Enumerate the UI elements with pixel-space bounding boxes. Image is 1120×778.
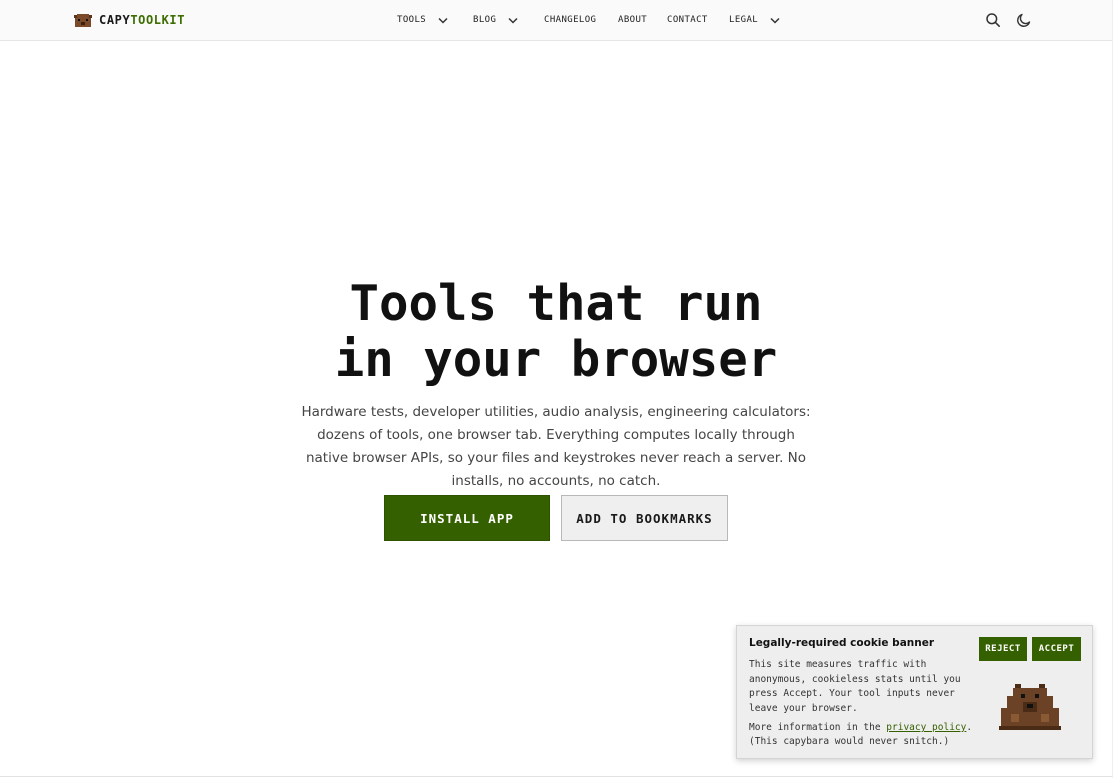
chevron-down-icon <box>438 17 448 24</box>
hero-title-line1: Tools that run <box>349 275 763 332</box>
nav-contact[interactable]: CONTACT <box>667 13 708 27</box>
add-to-bookmarks-button[interactable]: ADD TO BOOKMARKS <box>561 495 728 541</box>
nav-tools-label: TOOLS <box>397 15 427 25</box>
more-info-suffix: . <box>966 722 973 733</box>
scrollbar[interactable] <box>1112 0 1120 778</box>
nav-changelog-label: CHANGELOG <box>544 15 597 25</box>
capybara-logo-icon <box>74 13 92 27</box>
nav-tools[interactable]: TOOLS <box>397 13 448 27</box>
brand-name-part2: TOOLKIT <box>130 13 186 27</box>
hero-title-line2: in your browser <box>334 331 778 388</box>
nav-blog[interactable]: BLOG <box>473 13 518 27</box>
brand-logo[interactable]: CAPYTOOLKIT <box>73 12 185 28</box>
cookie-banner: Legally-required cookie banner This site… <box>736 625 1093 759</box>
nav-about-label: ABOUT <box>618 15 648 25</box>
nav-about[interactable]: ABOUT <box>618 13 647 27</box>
more-info-prefix: More information in the <box>749 722 887 733</box>
accept-button[interactable]: ACCEPT <box>1032 637 1081 661</box>
divider <box>0 776 1112 777</box>
nav-legal-label: LEGAL <box>729 15 759 25</box>
capybara-mascot-icon <box>999 684 1061 730</box>
moon-icon[interactable] <box>1016 12 1032 28</box>
privacy-policy-link[interactable]: privacy policy <box>886 722 966 733</box>
nav-blog-label: BLOG <box>473 15 497 25</box>
reject-button[interactable]: REJECT <box>979 637 1027 661</box>
nav-changelog[interactable]: CHANGELOG <box>544 13 596 27</box>
cookie-banner-text: This site measures traffic with anonymou… <box>749 659 961 714</box>
nav-contact-label: CONTACT <box>667 15 708 25</box>
cookie-banner-more-info: More information in the privacy policy. … <box>749 721 979 749</box>
top-navbar: CAPYTOOLKIT TOOLS BLOG CHANGELOG ABOUT C… <box>0 0 1112 41</box>
install-app-button[interactable]: INSTALL APP <box>384 495 550 541</box>
hero-description: Hardware tests, developer utilities, aud… <box>301 404 811 489</box>
cookie-footnote: (This capybara would never snitch.) <box>749 736 950 747</box>
cookie-banner-title: Legally-required cookie banner <box>749 637 935 649</box>
nav-legal[interactable]: LEGAL <box>729 13 780 27</box>
chevron-down-icon <box>770 17 780 24</box>
search-icon[interactable] <box>985 12 1001 28</box>
brand-name-part1: CAPY <box>99 13 131 27</box>
chevron-down-icon <box>508 17 518 24</box>
